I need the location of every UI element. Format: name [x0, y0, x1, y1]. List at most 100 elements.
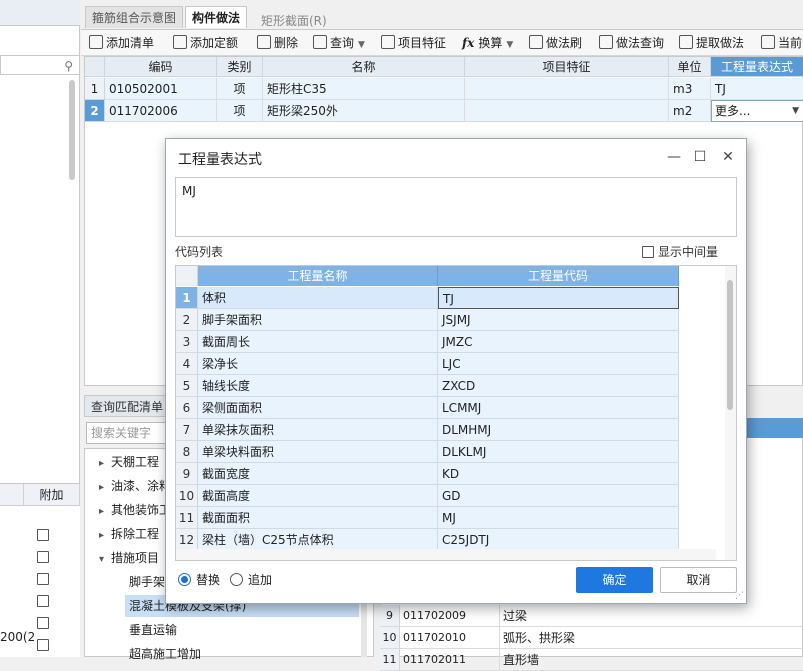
code-row-name[interactable]: 梁柱（墙）C25节点体积	[198, 529, 438, 551]
grid-row-number[interactable]: 1	[85, 78, 105, 100]
left-row-checkbox[interactable]	[37, 529, 49, 541]
code-row-code[interactable]: KD	[438, 463, 679, 485]
code-list-scrollbar-thumb[interactable]	[727, 280, 733, 410]
result-row-number[interactable]: 9	[380, 605, 400, 627]
result-row-code[interactable]: 011702009	[400, 605, 500, 627]
grid-header-code[interactable]: 编码	[105, 57, 217, 77]
grid-header-name[interactable]: 名称	[263, 57, 465, 77]
grid-cell-unit[interactable]: m2	[669, 100, 711, 122]
grid-cell-feature[interactable]	[465, 78, 669, 100]
left-row-checkbox[interactable]	[37, 639, 49, 651]
left-row-checkbox[interactable]	[37, 595, 49, 607]
code-row-number[interactable]: 3	[176, 331, 198, 353]
expr-dropdown-editor[interactable]: 更多... ▼	[711, 100, 803, 122]
code-row-code[interactable]: LCMMJ	[438, 397, 679, 419]
grid-cell-code[interactable]: 010502001	[105, 78, 217, 100]
code-row-number[interactable]: 4	[176, 353, 198, 375]
result-row-name[interactable]: 直形墙	[500, 649, 803, 671]
result-row-code[interactable]: 011702010	[400, 627, 500, 649]
result-row-code[interactable]: 011702011	[400, 649, 500, 671]
chevron-down-icon[interactable]: ▼	[506, 40, 513, 50]
chevron-down-icon[interactable]: ▼	[792, 101, 799, 121]
code-row-code[interactable]: DLMHMJ	[438, 419, 679, 441]
result-row-number[interactable]: 11	[380, 649, 400, 671]
grid-header-feature[interactable]: 项目特征	[465, 57, 669, 77]
query-button[interactable]: 查询 ▼	[313, 33, 365, 53]
code-row-code[interactable]: GD	[438, 485, 679, 507]
tree-item-vertical-transport[interactable]: 垂直运输	[129, 619, 177, 641]
grid-header-expr[interactable]: 工程量表达式	[711, 57, 803, 77]
item-feature-button[interactable]: 项目特征	[381, 33, 446, 53]
code-row-name[interactable]: 截面宽度	[198, 463, 438, 485]
chevron-right-icon[interactable]: ▸	[99, 501, 111, 523]
code-row-number[interactable]: 12	[176, 529, 198, 551]
tree-item-scaffold[interactable]: 脚手架	[129, 571, 165, 593]
result-row-name[interactable]: 弧形、拱形梁	[500, 627, 803, 649]
tab-stirrup-diagram[interactable]: 箍筋组合示意图	[85, 6, 184, 28]
code-row-code[interactable]: MJ	[438, 507, 679, 529]
left-row-checkbox[interactable]	[37, 573, 49, 585]
chevron-down-icon[interactable]: ▼	[358, 40, 365, 50]
delete-button[interactable]: 删除	[257, 33, 298, 53]
grid-cell-expr[interactable]: TJ	[711, 78, 803, 100]
code-row-code[interactable]: TJ	[438, 287, 679, 309]
code-row-name[interactable]: 体积	[198, 287, 438, 309]
minimize-icon[interactable]: —	[664, 147, 684, 167]
tree-item-other-decoration[interactable]: ▸ 其他装饰工	[99, 499, 171, 521]
chevron-down-icon[interactable]: ▾	[99, 549, 111, 571]
checkbox-box[interactable]	[642, 246, 654, 258]
left-search-input[interactable]: ⚲	[0, 55, 80, 75]
code-row-number[interactable]: 8	[176, 441, 198, 463]
show-intermediate-checkbox[interactable]: 显示中间量	[642, 243, 718, 260]
chevron-right-icon[interactable]: ▸	[99, 453, 111, 475]
code-row-number[interactable]: 9	[176, 463, 198, 485]
add-list-button[interactable]: 添加清单	[89, 33, 154, 53]
grid-header-unit[interactable]: 单位	[669, 57, 711, 77]
convert-button[interactable]: fx 换算 ▼	[462, 33, 513, 53]
grid-row-number-selected[interactable]: 2	[85, 100, 105, 122]
close-icon[interactable]: ✕	[718, 147, 738, 167]
current-button[interactable]: 当前	[761, 33, 802, 53]
code-row-code[interactable]: LJC	[438, 353, 679, 375]
extract-method-button[interactable]: 提取做法	[679, 33, 744, 53]
append-radio[interactable]: 追加	[230, 571, 272, 588]
code-row-number[interactable]: 6	[176, 397, 198, 419]
grid-cell-type[interactable]: 项	[217, 100, 263, 122]
code-row-number[interactable]: 2	[176, 309, 198, 331]
code-row-number[interactable]: 7	[176, 419, 198, 441]
code-row-code[interactable]: JSJMJ	[438, 309, 679, 331]
code-row-number-selected[interactable]: 1	[176, 287, 198, 309]
chevron-right-icon[interactable]: ▸	[99, 525, 111, 547]
add-quota-button[interactable]: 添加定额	[173, 33, 238, 53]
grid-cell-name[interactable]: 矩形柱C35	[263, 78, 465, 100]
code-row-code[interactable]: C25JDTJ	[438, 529, 679, 551]
result-row-name[interactable]: 过梁	[500, 605, 803, 627]
left-row-checkbox[interactable]	[37, 551, 49, 563]
tree-item-demolition[interactable]: ▸ 拆除工程	[99, 523, 159, 545]
radio-empty-icon[interactable]	[230, 573, 243, 586]
grid-cell-unit[interactable]: m3	[669, 78, 711, 100]
code-row-name[interactable]: 轴线长度	[198, 375, 438, 397]
code-row-name[interactable]: 截面高度	[198, 485, 438, 507]
tree-item-paint[interactable]: ▸ 油漆、涂料	[99, 475, 171, 497]
code-row-name[interactable]: 梁净长	[198, 353, 438, 375]
left-scrollbar[interactable]	[69, 80, 75, 180]
result-row-number[interactable]: 10	[380, 627, 400, 649]
left-row-checkbox[interactable]	[37, 617, 49, 629]
code-list-hscrollbar[interactable]	[176, 549, 716, 560]
method-brush-button[interactable]: 做法刷	[529, 33, 582, 53]
grid-cell-feature[interactable]	[465, 100, 669, 122]
tree-item-ceiling[interactable]: ▸ 天棚工程	[99, 451, 159, 473]
code-row-name[interactable]: 脚手架面积	[198, 309, 438, 331]
code-row-number[interactable]: 11	[176, 507, 198, 529]
code-row-name[interactable]: 截面面积	[198, 507, 438, 529]
search-icon[interactable]: ⚲	[64, 59, 73, 73]
code-row-number[interactable]: 5	[176, 375, 198, 397]
code-row-name[interactable]: 梁侧面面积	[198, 397, 438, 419]
expression-textarea[interactable]: MJ	[175, 177, 737, 237]
grid-cell-name[interactable]: 矩形梁250外	[263, 100, 465, 122]
tab-rect-section[interactable]: 矩形截面(R)	[255, 10, 333, 32]
code-row-number[interactable]: 10	[176, 485, 198, 507]
grid-cell-code[interactable]: 011702006	[105, 100, 217, 122]
tree-item-high-rise[interactable]: 超高施工增加	[129, 643, 201, 665]
